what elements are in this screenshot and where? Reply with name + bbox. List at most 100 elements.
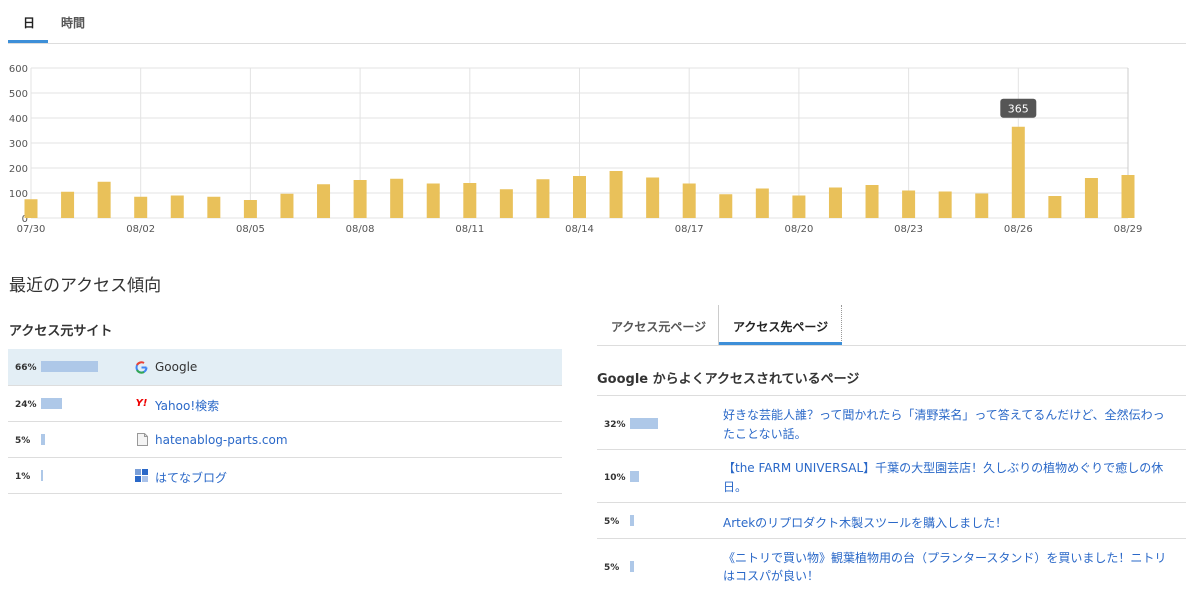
chart-bar: [1084, 178, 1098, 218]
referrer-percent: 24%: [15, 400, 37, 410]
chart-bar: [1011, 126, 1025, 218]
chart-x-tick-label: 08/20: [784, 224, 813, 235]
chart-x-tick-label: 08/26: [1004, 224, 1033, 235]
chart-bar: [170, 195, 184, 218]
chart-bar: [719, 194, 733, 218]
chart-bar: [134, 196, 148, 218]
access-bar-chart: 010020030040050060007/30 08/02 08/05 08/08 0…: [9, 64, 1143, 235]
chart-bar: [1048, 196, 1062, 218]
referrer-percent-bar: [41, 470, 43, 481]
destination-link-line[interactable]: 好きな芸能人誰？って聞かれたら「清野菜名」って答えてるんだけど、全然伝わっ: [723, 406, 1165, 423]
chart-x-tick-label: 08/23: [894, 224, 923, 235]
destination-link-line[interactable]: たことない話。: [723, 425, 807, 442]
chart-x-tick-label: 08/08: [346, 224, 375, 235]
tab-destination-pages-label: アクセス先ページ: [733, 320, 829, 334]
chart-bar: [243, 200, 257, 218]
hatena-blog-icon: [135, 469, 148, 482]
chart-bar: [97, 181, 111, 218]
chart-x-tick-label: 08/11: [455, 224, 484, 235]
destination-link-line[interactable]: 【the FARM UNIVERSAL】千葉の大型園芸店！久しぶりの植物めぐりで…: [723, 459, 1163, 476]
view-tabs: 日 時間: [8, 0, 1186, 44]
chart-bar: [609, 171, 623, 218]
destination-percent: 5%: [604, 563, 620, 573]
chart-y-tick-label: 500: [9, 89, 28, 100]
referrer-label-google[interactable]: Google: [155, 360, 197, 374]
tab-destination-pages[interactable]: アクセス先ページ: [718, 305, 842, 345]
destination-link-line[interactable]: 《ニトリで買い物》観葉植物用の台（プランタースタンド）を買いました！ニトリ: [723, 549, 1166, 566]
destination-link-line[interactable]: 日。: [723, 478, 747, 495]
chart-bar: [865, 185, 879, 218]
chart-bar: [24, 199, 38, 218]
referrer-percent-bar: [41, 434, 46, 445]
chart-y-tick-label: 400: [9, 114, 28, 125]
chart-y-tick-label: 200: [9, 164, 28, 175]
referrer-row-google[interactable]: 66% Google: [8, 349, 562, 386]
chart-bar: [682, 183, 696, 218]
destination-percent-bar: [630, 515, 635, 526]
destination-percent-bar: [630, 471, 639, 482]
chart-x-tick-label: 08/05: [236, 224, 265, 235]
tab-referrer-pages[interactable]: アクセス元ページ: [611, 305, 706, 345]
referrer-percent: 5%: [15, 436, 31, 446]
destination-pages-title: Google からよくアクセスされているページ: [597, 372, 860, 387]
active-tab-indicator: [719, 342, 842, 345]
chart-bar: [499, 189, 513, 218]
tab-day[interactable]: 日: [23, 14, 35, 31]
chart-x-tick-label: 07/30: [17, 224, 46, 235]
destination-percent: 32%: [604, 420, 626, 430]
chart-y-tick-label: 600: [9, 64, 28, 75]
chart-bar: [573, 176, 586, 218]
chart-bar: [792, 195, 806, 218]
chart-y-tick-label: 300: [9, 139, 28, 150]
referrer-row-hatenablog-parts[interactable]: 5% hatenablog-parts.com: [8, 422, 562, 458]
chart-bar: [755, 188, 769, 218]
chart-bar: [938, 191, 952, 218]
destination-link-line[interactable]: Artekのリプロダクト木製スツールを購入しました！: [723, 514, 1007, 531]
destination-percent: 10%: [604, 473, 626, 483]
chart-y-tick-label: 100: [9, 189, 28, 200]
chart-bar: [61, 191, 75, 218]
chart-bar: [426, 183, 440, 218]
chart-bar: [390, 178, 404, 218]
referrer-row-hatena-blog[interactable]: 1% はてなブログ: [8, 458, 562, 494]
chart-bar: [902, 190, 916, 218]
section-title: 最近のアクセス傾向: [9, 276, 162, 296]
referrer-percent-bar: [41, 361, 98, 372]
chart-bar: [317, 184, 331, 218]
referrer-label-hatena-blog[interactable]: はてなブログ: [155, 469, 227, 486]
destination-row[interactable]: 5% 《ニトリで買い物》観葉植物用の台（プランタースタンド）を買いました！ニトリ…: [597, 539, 1186, 589]
chart-x-tick-label: 08/17: [675, 224, 704, 235]
chart-x-tick-label: 08/14: [565, 224, 594, 235]
referrer-sites-title: アクセス元サイト: [9, 324, 113, 339]
chart-bar: [463, 183, 477, 218]
google-icon: [135, 361, 148, 374]
referrer-percent: 66%: [15, 363, 37, 373]
chart-bar: [207, 196, 221, 218]
referrer-percent: 1%: [15, 472, 31, 482]
chart-x-tick-label: 08/29: [1114, 224, 1143, 235]
referrer-label-yahoo[interactable]: Yahoo!検索: [155, 397, 219, 414]
active-tab-indicator: [8, 40, 48, 43]
destination-row[interactable]: 5% Artekのリプロダクト木製スツールを購入しました！: [597, 503, 1186, 539]
chart-bar: [646, 177, 660, 218]
destination-percent-bar: [630, 561, 635, 572]
document-icon: [136, 433, 149, 446]
destination-link-line[interactable]: はコスパが良い！: [723, 567, 819, 584]
referrer-label-hatenablog-parts[interactable]: hatenablog-parts.com: [155, 433, 288, 447]
chart-x-tick-label: 08/02: [126, 224, 155, 235]
destination-row[interactable]: 32% 好きな芸能人誰？って聞かれたら「清野菜名」って答えてるんだけど、全然伝わ…: [597, 395, 1186, 450]
destination-row[interactable]: 10% 【the FARM UNIVERSAL】千葉の大型園芸店！久しぶりの植物…: [597, 449, 1186, 503]
chart-bar: [975, 193, 989, 218]
yahoo-icon: Y!: [135, 398, 148, 409]
chart-bar: [1121, 175, 1135, 218]
chart-bar: [353, 180, 367, 218]
chart-bar: [536, 179, 550, 218]
referrer-percent-bar: [41, 398, 62, 409]
chart-bar: [828, 187, 842, 218]
destination-percent: 5%: [604, 517, 620, 527]
right-tabs-divider: [597, 345, 1186, 346]
chart-bar: [280, 193, 294, 218]
destination-percent-bar: [630, 418, 658, 429]
tab-hour[interactable]: 時間: [61, 14, 85, 31]
referrer-row-yahoo[interactable]: 24% Y! Yahoo!検索: [8, 386, 562, 422]
